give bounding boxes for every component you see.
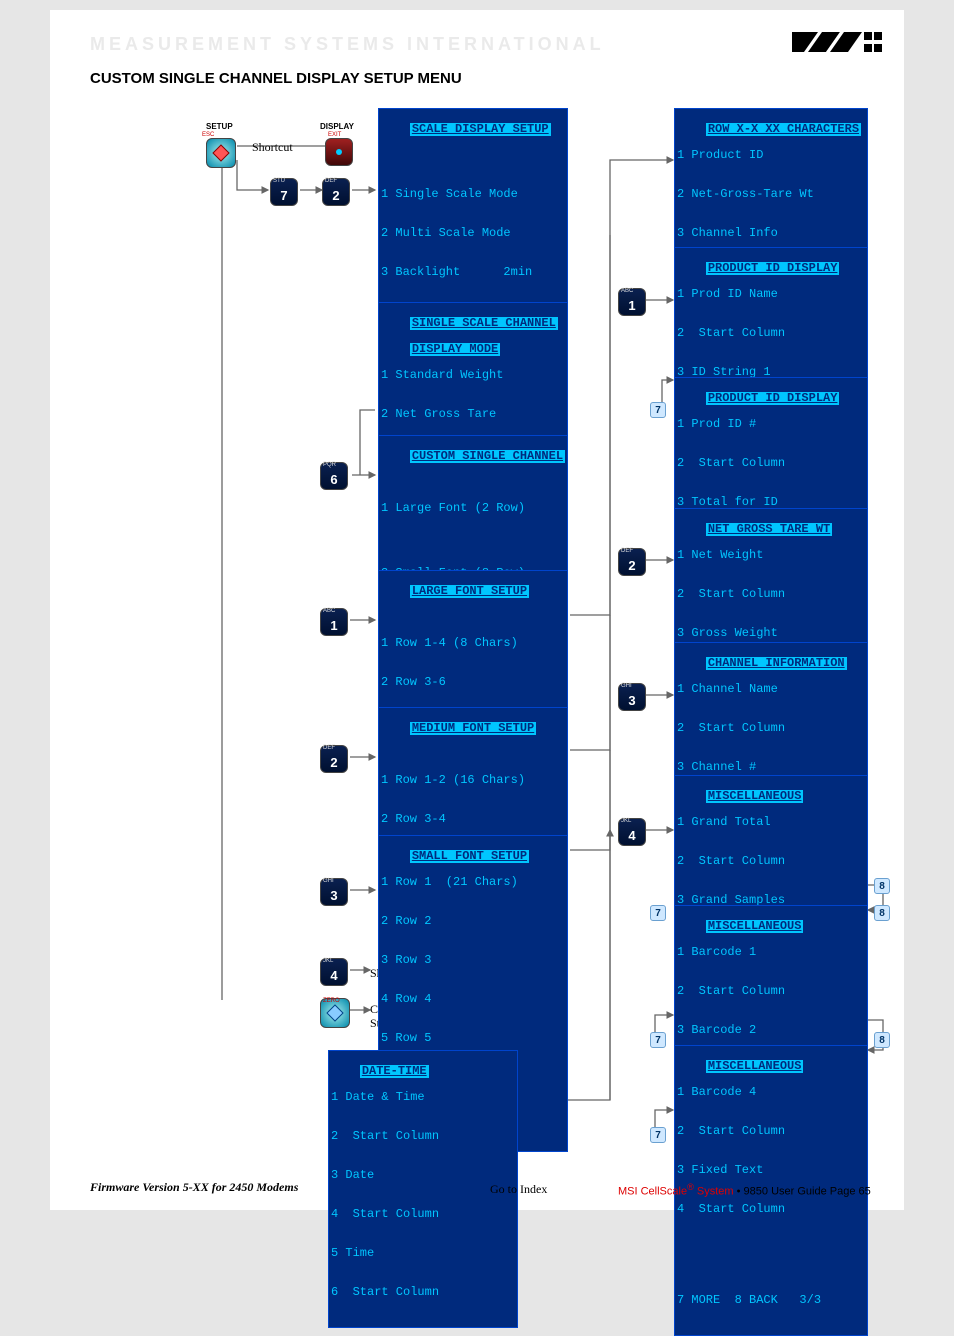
- key-2-b[interactable]: DEF2: [320, 745, 348, 773]
- key-1-c[interactable]: ABC1: [618, 288, 646, 316]
- exit-key[interactable]: [325, 138, 353, 166]
- setup-label: SETUP: [206, 122, 233, 131]
- key-6[interactable]: PQR6: [320, 462, 348, 490]
- shortcut-label: Shortcut: [252, 140, 293, 155]
- badge-7-a: 7: [650, 402, 666, 418]
- display-label: DISPLAY: [320, 122, 354, 131]
- section-title: CUSTOM SINGLE CHANNEL DISPLAY SETUP MENU: [90, 70, 462, 87]
- key-4-a[interactable]: JKL4: [320, 958, 348, 986]
- key-3-b[interactable]: GHI3: [618, 683, 646, 711]
- badge-7-b: 7: [650, 905, 666, 921]
- key-1-b[interactable]: ABC1: [320, 608, 348, 636]
- footer-index-link[interactable]: Go to Index: [490, 1182, 547, 1197]
- msi-logo: [792, 28, 884, 61]
- badge-8-b: 8: [874, 905, 890, 921]
- key-7[interactable]: STU7: [270, 178, 298, 206]
- footer-firmware: Firmware Version 5-XX for 2450 Modems: [90, 1180, 298, 1195]
- footer-right: MSI CellScale® System • 9850 User Guide …: [618, 1182, 871, 1198]
- badge-7-d: 7: [650, 1127, 666, 1143]
- badge-8-c: 8: [874, 1032, 890, 1048]
- zero-key[interactable]: ZERO: [320, 998, 350, 1028]
- key-3-a[interactable]: GHI3: [320, 878, 348, 906]
- badge-7-c: 7: [650, 1032, 666, 1048]
- key-2[interactable]: DEF2: [322, 178, 350, 206]
- key-4-b[interactable]: JKL4: [618, 818, 646, 846]
- key-2-c[interactable]: DEF2: [618, 548, 646, 576]
- badge-8-a: 8: [874, 878, 890, 894]
- setup-key[interactable]: [206, 138, 236, 168]
- company-header: MEASUREMENT SYSTEMS INTERNATIONAL: [90, 34, 605, 55]
